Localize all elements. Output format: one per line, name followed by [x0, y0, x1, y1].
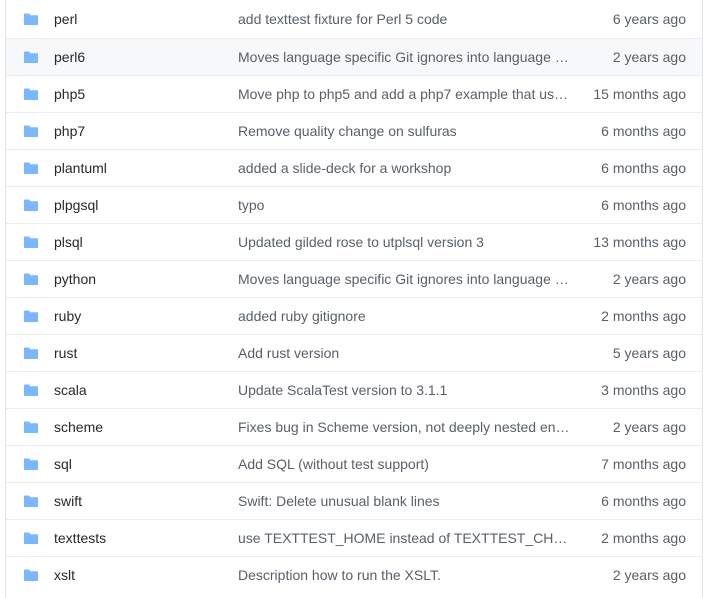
folder-icon [23, 234, 39, 250]
commit-age: 2 months ago [601, 308, 686, 324]
file-name-link[interactable]: php7 [54, 123, 85, 139]
file-name-link[interactable]: plantuml [54, 160, 107, 176]
file-name-link[interactable]: python [54, 271, 96, 287]
file-row-xslt[interactable]: xslt Description how to run the XSLT. 2 … [6, 556, 702, 593]
commit-age: 6 years ago [612, 11, 686, 27]
commit-age: 6 months ago [601, 197, 686, 213]
folder-icon [23, 308, 39, 324]
commit-message-link[interactable]: Description how to run the XSLT. [238, 567, 572, 583]
folder-icon [23, 197, 39, 213]
file-row-plantuml[interactable]: plantuml added a slide-deck for a worksh… [6, 149, 702, 186]
file-row-sql[interactable]: sql Add SQL (without test support) 7 mon… [6, 445, 702, 482]
commit-age: 2 years ago [612, 419, 686, 435]
commit-age: 6 months ago [601, 160, 686, 176]
file-row-scheme[interactable]: scheme Fixes bug in Scheme version, not … [6, 408, 702, 445]
file-row-perl[interactable]: perl add texttest fixture for Perl 5 cod… [6, 0, 702, 38]
commit-age: 7 months ago [601, 456, 686, 472]
file-name-link[interactable]: plpgsql [54, 197, 98, 213]
folder-icon [23, 86, 39, 102]
commit-age: 2 months ago [601, 530, 686, 546]
file-name-link[interactable]: scheme [54, 419, 103, 435]
file-row-plsql[interactable]: plsql Updated gilded rose to utplsql ver… [6, 223, 702, 260]
commit-age: 13 months ago [593, 234, 686, 250]
folder-icon [23, 49, 39, 65]
commit-message-link[interactable]: use TEXTTEST_HOME instead of TEXTTEST_CH… [238, 530, 572, 546]
commit-message-link[interactable]: add texttest fixture for Perl 5 code [238, 11, 572, 27]
folder-icon [23, 382, 39, 398]
commit-age: 6 months ago [601, 123, 686, 139]
file-row-plpgsql[interactable]: plpgsql typo 6 months ago [6, 186, 702, 223]
commit-message-link[interactable]: Update ScalaTest version to 3.1.1 [238, 382, 572, 398]
file-row-ruby[interactable]: ruby added ruby gitignore 2 months ago [6, 297, 702, 334]
commit-message-link[interactable]: Remove quality change on sulfuras [238, 123, 572, 139]
commit-age: 3 months ago [601, 382, 686, 398]
commit-age: 5 years ago [612, 345, 686, 361]
commit-message-link[interactable]: Add SQL (without test support) [238, 456, 572, 472]
folder-icon [23, 345, 39, 361]
file-list: perl add texttest fixture for Perl 5 cod… [5, 0, 703, 598]
file-row-texttests[interactable]: texttests use TEXTTEST_HOME instead of T… [6, 519, 702, 556]
file-row-php7[interactable]: php7 Remove quality change on sulfuras 6… [6, 112, 702, 149]
commit-message-link[interactable]: typo [238, 197, 572, 213]
commit-message-link[interactable]: Fixes bug in Scheme version, not deeply … [238, 419, 572, 435]
file-name-link[interactable]: xslt [54, 567, 75, 583]
commit-message-link[interactable]: Swift: Delete unusual blank lines [238, 493, 572, 509]
file-name-link[interactable]: php5 [54, 86, 85, 102]
file-row-rust[interactable]: rust Add rust version 5 years ago [6, 334, 702, 371]
file-name-link[interactable]: ruby [54, 308, 81, 324]
commit-message-link[interactable]: Add rust version [238, 345, 572, 361]
file-name-link[interactable]: texttests [54, 530, 106, 546]
file-name-link[interactable]: rust [54, 345, 77, 361]
file-row-php5[interactable]: php5 Move php to php5 and add a php7 exa… [6, 75, 702, 112]
file-name-link[interactable]: sql [54, 456, 72, 472]
folder-icon [23, 123, 39, 139]
file-name-link[interactable]: perl [54, 11, 77, 27]
commit-age: 15 months ago [593, 86, 686, 102]
commit-message-link[interactable]: Updated gilded rose to utplsql version 3 [238, 234, 572, 250]
commit-age: 2 years ago [612, 567, 686, 583]
file-name-link[interactable]: plsql [54, 234, 83, 250]
commit-message-link[interactable]: added a slide-deck for a workshop [238, 160, 572, 176]
commit-message-link[interactable]: added ruby gitignore [238, 308, 572, 324]
folder-icon [23, 271, 39, 287]
file-row-perl6[interactable]: perl6 Moves language specific Git ignore… [6, 38, 702, 75]
file-name-link[interactable]: perl6 [54, 49, 85, 65]
file-row-python[interactable]: python Moves language specific Git ignor… [6, 260, 702, 297]
commit-message-link[interactable]: Move php to php5 and add a php7 example … [238, 86, 572, 102]
file-row-swift[interactable]: swift Swift: Delete unusual blank lines … [6, 482, 702, 519]
file-name-link[interactable]: swift [54, 493, 82, 509]
commit-age: 6 months ago [601, 493, 686, 509]
folder-icon [23, 530, 39, 546]
folder-icon [23, 419, 39, 435]
commit-message-link[interactable]: Moves language specific Git ignores into… [238, 49, 572, 65]
folder-icon [23, 567, 39, 583]
folder-icon [23, 160, 39, 176]
file-name-link[interactable]: scala [54, 382, 87, 398]
commit-age: 2 years ago [612, 271, 686, 287]
commit-message-link[interactable]: Moves language specific Git ignores into… [238, 271, 572, 287]
folder-icon [23, 456, 39, 472]
folder-icon [23, 493, 39, 509]
file-row-scala[interactable]: scala Update ScalaTest version to 3.1.1 … [6, 371, 702, 408]
commit-age: 2 years ago [612, 49, 686, 65]
folder-icon [23, 11, 39, 27]
